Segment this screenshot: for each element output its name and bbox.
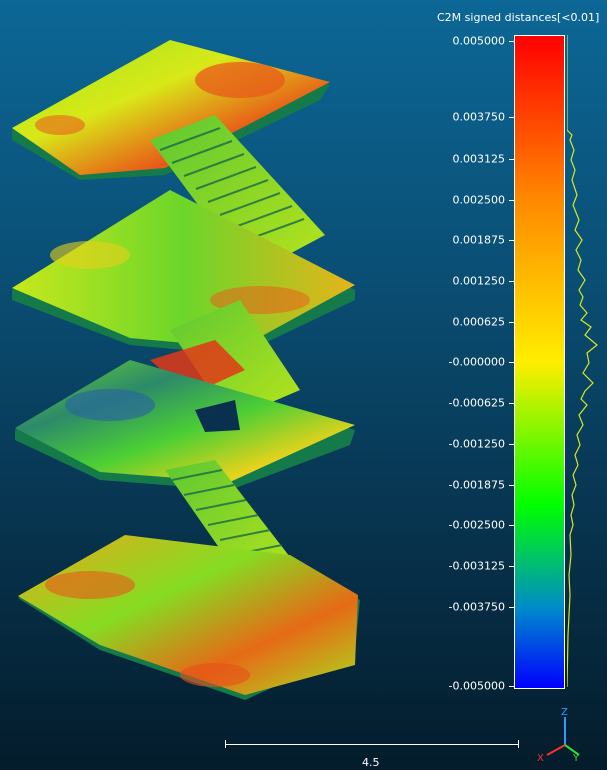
color-scale-bar <box>514 35 565 689</box>
tick-label: 0.000625 <box>452 315 506 329</box>
tick-label: 0.001875 <box>452 233 506 247</box>
y-axis-label: Y <box>572 753 580 763</box>
tick-mark <box>509 566 514 567</box>
point-cloud-staircase[interactable] <box>0 0 500 700</box>
tick-label: -0.002500 <box>448 518 505 532</box>
tick-label: 0.003750 <box>452 110 506 124</box>
x-axis-label: X <box>537 753 544 763</box>
scale-bar-label: 4.5 <box>362 756 380 769</box>
tick-label: 0.002500 <box>452 193 506 207</box>
slab-level-4 <box>18 535 360 700</box>
scale-bar-end-right <box>518 740 519 748</box>
tick-mark <box>509 240 514 241</box>
tick-mark <box>509 525 514 526</box>
tick-mark <box>509 41 514 42</box>
x-axis-line <box>546 744 566 756</box>
tick-mark <box>509 485 514 486</box>
tick-mark <box>509 117 514 118</box>
tick-mark <box>509 607 514 608</box>
tick-mark <box>509 159 514 160</box>
scalar-field-title: C2M signed distances[<0.01] <box>437 11 600 24</box>
scale-bar-end-left <box>225 740 226 748</box>
z-axis-label: Z <box>561 707 568 718</box>
scale-bar-line <box>225 744 519 745</box>
tick-mark <box>509 200 514 201</box>
tick-mark <box>509 403 514 404</box>
tick-mark <box>509 686 514 687</box>
scale-bar <box>225 740 519 748</box>
tick-mark <box>509 281 514 282</box>
tick-label: -0.001250 <box>448 437 505 451</box>
tick-label: 0.001250 <box>452 274 506 288</box>
tick-label: -0.000625 <box>448 396 505 410</box>
tick-mark <box>509 322 514 323</box>
tick-mark <box>509 362 514 363</box>
tick-label: 0.003125 <box>452 152 506 166</box>
tick-label: -0.003750 <box>448 600 505 614</box>
value-histogram <box>567 35 598 687</box>
tick-label: -0.003125 <box>448 559 505 573</box>
axis-trihedron[interactable]: Z X Y <box>533 703 583 763</box>
tick-label: -0.000000 <box>448 355 505 369</box>
tick-label: 0.005000 <box>452 34 506 48</box>
tick-mark <box>509 444 514 445</box>
tick-label: -0.005000 <box>448 679 505 693</box>
tick-label: -0.001875 <box>448 478 505 492</box>
